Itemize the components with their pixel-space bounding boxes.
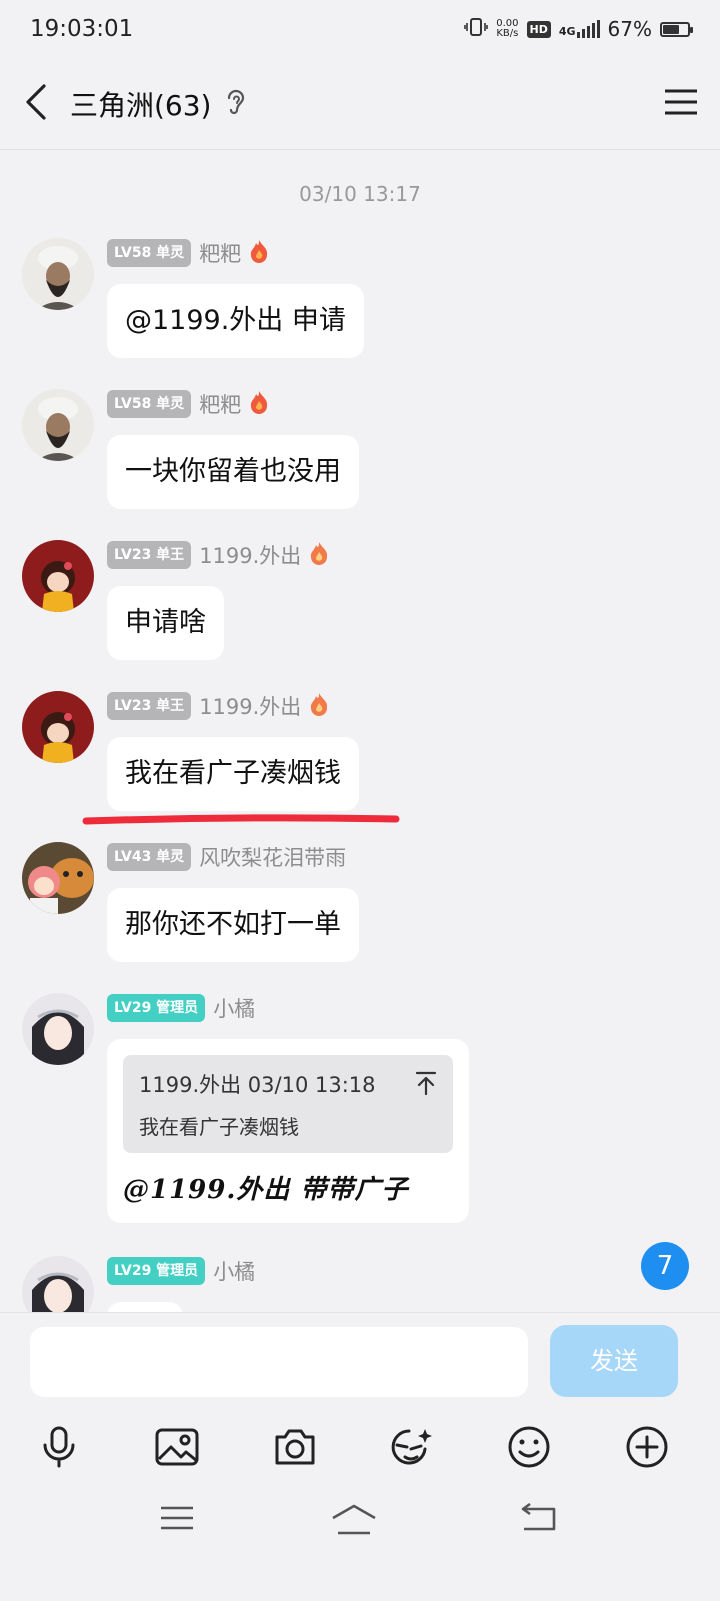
avatar[interactable] <box>22 691 94 763</box>
avatar[interactable] <box>22 238 94 310</box>
quoted-header: 1199.外出 03/10 13:18 <box>139 1073 376 1097</box>
flame-icon <box>309 692 329 720</box>
menu-icon[interactable] <box>664 88 698 120</box>
level-badge: LV23 单王 <box>107 541 192 569</box>
sender-name[interactable]: 粑粑 <box>199 389 241 419</box>
jump-to-top-icon[interactable] <box>415 1071 437 1099</box>
sender-name[interactable]: 小橘 <box>213 993 255 1023</box>
ear-icon[interactable] <box>225 88 247 120</box>
message-bubble[interactable]: 我在看广子凑烟钱 <box>107 737 359 811</box>
back-icon[interactable] <box>518 1502 558 1539</box>
reply-text: @1199.外出 带带广子 <box>123 1175 409 1205</box>
avatar[interactable] <box>22 993 94 1065</box>
level-badge: LV58 单灵 <box>107 390 192 418</box>
sender-meta: LV43 单灵 风吹梨花泪带雨 <box>107 842 346 872</box>
message-bubble[interactable]: 那你还不如打一单 <box>107 888 359 962</box>
back-arrow-icon[interactable] <box>22 82 50 126</box>
menu-lines-icon[interactable] <box>158 1503 196 1537</box>
network-type: 4G <box>558 25 576 38</box>
hd-icon: HD <box>526 20 551 38</box>
avatar[interactable] <box>22 540 94 612</box>
unread-count-badge[interactable]: 7 <box>641 1242 689 1290</box>
home-icon[interactable] <box>330 1503 378 1541</box>
sender-name[interactable]: 1199.外出 <box>199 540 301 570</box>
sender-meta: LV29 管理员 小橘 <box>107 1256 255 1286</box>
signal-icon: 4G <box>559 20 600 38</box>
avatar[interactable] <box>22 389 94 461</box>
composer: 发送 <box>0 1312 720 1601</box>
battery-fill <box>663 24 680 34</box>
camera-icon[interactable] <box>267 1419 323 1475</box>
battery-percent: 67% <box>607 17 652 41</box>
emoji-icon[interactable] <box>501 1419 557 1475</box>
admin-badge: LV29 管理员 <box>107 994 206 1022</box>
sender-meta: LV58 单灵 粑粑 <box>107 389 269 419</box>
group-title: 三角洲(63) <box>70 88 212 122</box>
image-icon[interactable] <box>149 1419 205 1475</box>
quoted-message[interactable]: 1199.外出 03/10 13:18 我在看广子凑烟钱 <box>123 1055 453 1153</box>
sender-meta: LV23 单王 1199.外出 <box>107 691 329 721</box>
level-badge: LV43 单灵 <box>107 843 192 871</box>
sender-name[interactable]: 1199.外出 <box>199 691 301 721</box>
status-time: 19:03:01 <box>30 16 134 42</box>
chat-header: 三角洲(63) <box>0 58 720 150</box>
status-icons: 0.00 KB/s HD 4G 67% <box>464 17 693 42</box>
vibrate-icon <box>464 17 489 42</box>
flame-icon <box>309 541 329 569</box>
message-bubble[interactable]: 申请啥 <box>107 586 224 660</box>
sender-name[interactable]: 小橘 <box>213 1256 255 1286</box>
message-bubble[interactable]: 一块你留着也没用 <box>107 435 359 509</box>
input-toolbar <box>0 1419 720 1475</box>
sender-name[interactable]: 风吹梨花泪带雨 <box>199 842 346 872</box>
message-timestamp: 03/10 13:17 <box>299 182 421 206</box>
message-input[interactable] <box>30 1327 528 1397</box>
sender-meta: LV23 单王 1199.外出 <box>107 540 329 570</box>
reply-message-bubble[interactable]: 1199.外出 03/10 13:18 我在看广子凑烟钱 @1199.外出 带带… <box>107 1039 469 1223</box>
system-navigation-bar <box>0 1502 720 1559</box>
sender-name[interactable]: 粑粑 <box>199 238 241 268</box>
message-bubble[interactable]: @1199.外出 申请 <box>107 284 364 358</box>
plus-icon[interactable] <box>619 1419 675 1475</box>
flame-icon <box>249 390 269 418</box>
send-button[interactable]: 发送 <box>550 1325 678 1397</box>
admin-badge: LV29 管理员 <box>107 1257 206 1285</box>
level-badge: LV58 单灵 <box>107 239 192 267</box>
sticker-face-icon[interactable] <box>383 1419 439 1475</box>
microphone-icon[interactable] <box>31 1419 87 1475</box>
level-badge: LV23 单王 <box>107 692 192 720</box>
net-speed: 0.00 KB/s <box>496 18 519 39</box>
flame-icon <box>249 239 269 267</box>
red-underline-annotation <box>82 814 400 825</box>
status-bar: 19:03:01 0.00 KB/s HD 4G 67% <box>0 0 720 58</box>
avatar[interactable] <box>22 842 94 914</box>
message-list[interactable]: 03/10 13:17 LV58 单灵 粑粑 @1199.外出 申请 LV58 … <box>0 150 720 1340</box>
sender-meta: LV29 管理员 小橘 <box>107 993 255 1023</box>
battery-icon <box>660 21 693 37</box>
quoted-text: 我在看广子凑烟钱 <box>139 1115 299 1139</box>
sender-meta: LV58 单灵 粑粑 <box>107 238 269 268</box>
